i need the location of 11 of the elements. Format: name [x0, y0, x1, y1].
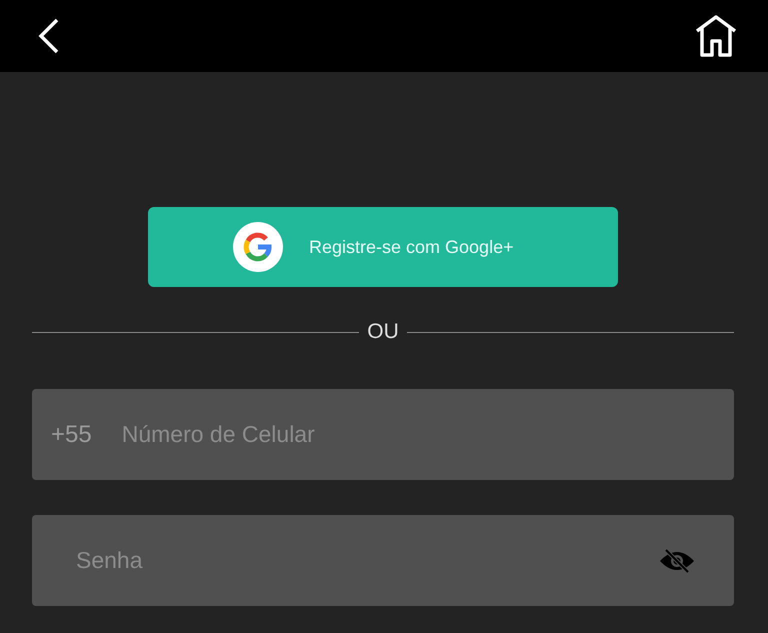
phone-field[interactable]: +55 Número de Celular: [32, 389, 734, 480]
google-signup-button[interactable]: Registre-se com Google+: [148, 207, 618, 287]
password-input[interactable]: Senha: [76, 547, 658, 574]
back-icon[interactable]: [38, 18, 60, 54]
home-icon[interactable]: [694, 15, 738, 57]
phone-number-input[interactable]: Número de Celular: [122, 421, 734, 448]
divider-label: OU: [367, 320, 399, 344]
hidden-eye-icon[interactable]: [658, 546, 696, 574]
google-icon: [233, 222, 283, 272]
password-field[interactable]: Senha: [32, 515, 734, 606]
country-code: +55: [51, 420, 92, 448]
